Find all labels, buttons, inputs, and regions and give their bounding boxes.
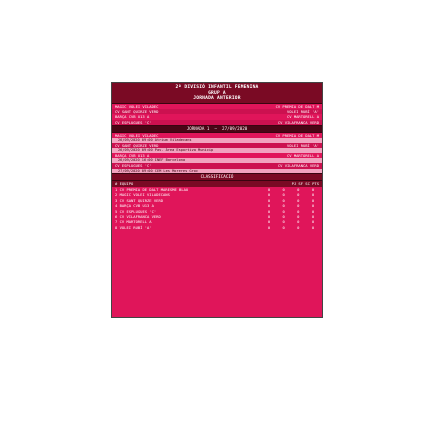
team-label: MAGIC VOLEI VILADECANS bbox=[119, 192, 170, 198]
classification-label: CLASSIFICACIÓ bbox=[200, 174, 234, 180]
header: 2ª DIVISIÓ INFANTIL FEMENINA GRUP A JORN… bbox=[112, 83, 322, 104]
away-team: CV MARTORELL A bbox=[286, 153, 319, 159]
standings-panel: 2ª DIVISIÓ INFANTIL FEMENINA GRUP A JORN… bbox=[111, 82, 323, 318]
team-label: CV ESPLUGUES 'C' bbox=[119, 208, 157, 214]
classification-bar: CLASSIFICACIÓ bbox=[112, 173, 322, 182]
away-team: VOLEI RUBÍ 'A' bbox=[286, 143, 319, 149]
team-label: CV VILAFRANCA VERD bbox=[119, 213, 161, 219]
table-row: 8 VOLEI RUBÍ 'A' 0 0 0 0 bbox=[112, 225, 322, 230]
team-position: 6 bbox=[115, 213, 118, 219]
team-name: 8 VOLEI RUBÍ 'A' bbox=[115, 225, 263, 230]
team-position: 2 bbox=[115, 192, 118, 198]
round-label: JORNADA 1 bbox=[186, 125, 210, 131]
away-team: CV VILAFRANCA VERD bbox=[277, 119, 319, 125]
round-bar: JORNADA 1 – 27/09/2020 bbox=[112, 124, 322, 133]
away-team: CV PREMIA DE DALT M bbox=[275, 132, 319, 138]
stat-sf: 0 bbox=[282, 224, 285, 230]
team-stats: 0 0 0 0 bbox=[263, 225, 319, 230]
team-position: 3 bbox=[115, 197, 118, 203]
previous-matches-list: MAGIC VOLEI VILADEC CV PREMIA DE DALT M CV… bbox=[112, 104, 322, 125]
upcoming-matches-list: MAGIC VOLEI VILADEC CV PREMIA DE DALT M 26… bbox=[112, 132, 322, 174]
classification-table: 1 CV PREMIA DE DALT MARESME BLAU 0 0 0 0 2 MA… bbox=[112, 187, 322, 230]
stat-pj: 0 bbox=[267, 224, 271, 230]
team-label: CV SANT QUIRZE VERD bbox=[119, 197, 164, 203]
team-label: VOLEI RUBÍ 'A' bbox=[119, 224, 152, 230]
away-team: CV VILAFRANCA VERD bbox=[277, 163, 319, 169]
team-label: BARÇA CVB U13 A bbox=[119, 203, 154, 209]
team-position: 7 bbox=[115, 219, 118, 225]
team-position: 8 bbox=[115, 224, 118, 230]
round-date: 27/09/2020 bbox=[222, 125, 248, 131]
stat-pts: 0 bbox=[311, 224, 315, 230]
team-label: CV MARTORELL A bbox=[119, 219, 152, 225]
team-label: CV PREMIA DE DALT MARESME BLAU bbox=[119, 186, 189, 192]
team-position: 4 bbox=[115, 203, 118, 209]
home-team: CV ESPLUGUES 'C' bbox=[115, 163, 152, 169]
home-team: CV ESPLUGUES 'C' bbox=[115, 119, 152, 125]
team-position: 1 bbox=[115, 186, 118, 192]
previous-round-label: JORNADA ANTERIOR bbox=[193, 96, 241, 102]
stat-sc: 0 bbox=[297, 224, 300, 230]
team-position: 5 bbox=[115, 208, 118, 214]
